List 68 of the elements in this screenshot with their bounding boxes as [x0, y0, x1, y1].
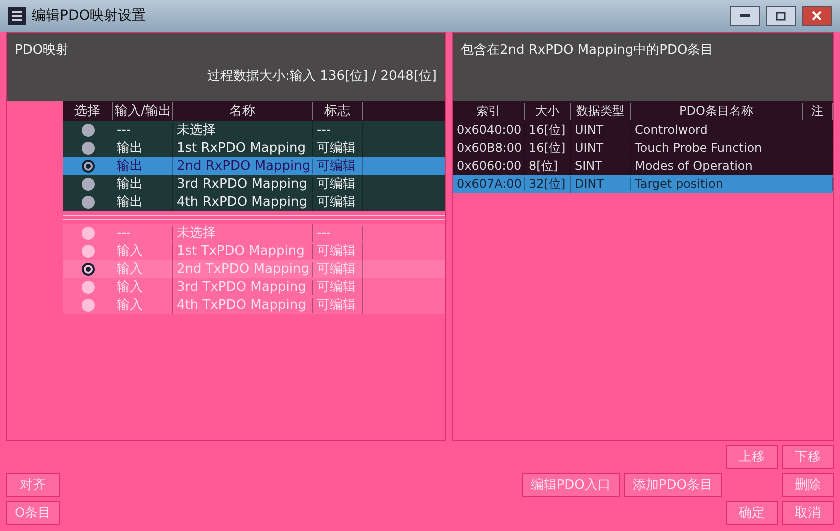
table-cell: Touch Probe Function [631, 141, 833, 155]
table-cell: SINT [571, 159, 631, 173]
table-cell: 1st TxPDO Mapping [173, 244, 313, 258]
column-header[interactable]: 名称 [173, 102, 313, 120]
entry-row[interactable]: 0x6060:00 8[位] SINT Modes of Operation [453, 157, 833, 175]
column-header[interactable]: 选择 [63, 102, 113, 120]
panel-title: PDO映射 [15, 42, 70, 59]
radio-button[interactable] [82, 226, 94, 240]
entry-row[interactable]: 0x607A:00 32[位] DINT Target position [453, 175, 833, 193]
table-cell: 4th RxPDO Mapping [173, 194, 313, 210]
table-cell: Target position [631, 177, 833, 191]
table-cell: 可编辑 [313, 296, 363, 314]
table-cell: 1st RxPDO Mapping [173, 140, 313, 156]
table-cell: UINT [571, 141, 631, 155]
table-cell: DINT [571, 177, 631, 191]
panel-title: 包含在2nd RxPDO Mapping中的PDO条目 [461, 42, 715, 59]
radio-button[interactable] [82, 244, 94, 258]
table-cell: 输出 [113, 193, 173, 211]
table-cell: Controlword [631, 123, 833, 137]
minimize-icon [740, 14, 750, 18]
entry-row[interactable]: 0x60B8:00 16[位] UINT Touch Probe Function [453, 139, 833, 157]
pdo-row[interactable]: 输出 1st RxPDO Mapping 可编辑 [63, 139, 445, 157]
maximize-icon [776, 12, 786, 20]
pdo-row[interactable]: --- 未选择 --- [63, 121, 445, 139]
radio-button[interactable] [82, 280, 94, 294]
table-cell: Modes of Operation [631, 159, 833, 173]
column-header[interactable]: 索引 [453, 102, 525, 120]
column-header[interactable]: 输入/输出 [113, 102, 173, 120]
table-cell: 2nd RxPDO Mapping [173, 158, 313, 174]
table-cell: 输入 [113, 296, 173, 314]
radio-button[interactable] [82, 142, 94, 154]
table-cell: UINT [571, 123, 631, 137]
table-cell: --- [113, 226, 173, 240]
data-size-label: 过程数据大小:输入 136[位] / 2048[位] [208, 68, 437, 85]
table-cell: 可编辑 [313, 193, 363, 211]
radio-button[interactable] [82, 178, 94, 190]
table-cell: --- [113, 122, 173, 138]
table-cell: 0x60B8:00 [453, 141, 525, 155]
column-header[interactable]: 标志 [313, 102, 363, 120]
table-cell: 3rd TxPDO Mapping [173, 280, 313, 294]
radio-button[interactable] [82, 124, 94, 136]
radio-button[interactable] [82, 196, 94, 208]
table-cell: 0x6060:00 [453, 159, 525, 173]
entry-row[interactable]: 0x6040:00 16[位] UINT Controlword [453, 121, 833, 139]
pdo-row[interactable]: 输出 3rd RxPDO Mapping 可编辑 [63, 175, 445, 193]
app-icon [8, 7, 26, 25]
close-icon [812, 11, 822, 21]
minimize-button[interactable] [730, 6, 760, 26]
maximize-button[interactable] [766, 6, 796, 26]
table-cell: 32[位] [525, 176, 571, 192]
pdo-row[interactable]: 输出 2nd RxPDO Mapping 可编辑 [63, 157, 445, 175]
table-cell: 0x607A:00 [453, 177, 525, 191]
table-cell: --- [313, 226, 363, 240]
table-cell: 2nd TxPDO Mapping [173, 262, 313, 276]
column-header[interactable]: 大小 [525, 102, 571, 120]
column-header[interactable]: 数据类型 [571, 102, 631, 120]
column-header[interactable]: PDO条目名称 [631, 102, 803, 120]
table-cell: 4th TxPDO Mapping [173, 298, 313, 312]
table-cell: 0x6040:00 [453, 123, 525, 137]
column-header[interactable]: 注 [803, 102, 833, 120]
window-title: 编辑PDO映射设置 [32, 7, 148, 25]
table-cell: --- [313, 122, 363, 138]
radio-button[interactable] [82, 298, 94, 312]
radio-button[interactable] [82, 160, 94, 172]
radio-button[interactable] [82, 262, 94, 276]
table-cell: 3rd RxPDO Mapping [173, 176, 313, 192]
close-button[interactable] [802, 6, 832, 26]
pdo-row[interactable]: 输出 4th RxPDO Mapping 可编辑 [63, 193, 445, 211]
